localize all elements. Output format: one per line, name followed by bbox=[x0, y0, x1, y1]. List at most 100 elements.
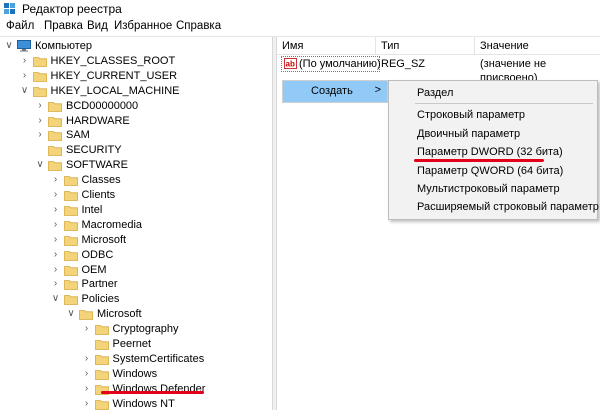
tree-item-label: SAM bbox=[66, 129, 90, 142]
expand-chevron-icon[interactable]: › bbox=[82, 323, 92, 335]
expand-chevron-icon[interactable]: › bbox=[51, 278, 61, 290]
folder-icon bbox=[63, 220, 78, 231]
column-header-value[interactable]: Значение bbox=[475, 37, 600, 55]
tree-item-label: BCD00000000 bbox=[66, 99, 139, 112]
expand-chevron-icon[interactable]: › bbox=[51, 264, 61, 276]
folder-icon bbox=[63, 294, 78, 306]
string-value-icon: ab bbox=[284, 58, 297, 69]
folder-icon bbox=[94, 339, 109, 350]
submenu-item-string-value[interactable]: Строковый параметр bbox=[417, 108, 525, 122]
window-title: Редактор реестра bbox=[22, 2, 122, 16]
expand-chevron-icon[interactable]: › bbox=[35, 129, 45, 141]
annotation-underline-windows-defender bbox=[101, 391, 204, 394]
folder-icon bbox=[63, 175, 78, 186]
collapse-chevron-icon[interactable]: ∨ bbox=[35, 159, 45, 171]
tree-item-label: SOFTWARE bbox=[66, 159, 128, 172]
submenu-item-key[interactable]: Раздел bbox=[417, 86, 453, 100]
column-header-type[interactable]: Тип bbox=[376, 37, 475, 55]
expand-chevron-icon[interactable]: › bbox=[82, 398, 92, 410]
menu-favorites[interactable]: Избранное bbox=[114, 20, 172, 32]
tree-item-label: Policies bbox=[81, 293, 120, 306]
tree-item-label: OEM bbox=[81, 263, 107, 276]
folder-icon bbox=[32, 56, 47, 67]
submenu-item-expandable-string-value[interactable]: Расширяемый строковый параметр bbox=[417, 200, 599, 214]
menu-help[interactable]: Справка bbox=[176, 20, 221, 32]
menu-view[interactable]: Вид bbox=[87, 20, 108, 32]
folder-icon bbox=[79, 309, 93, 321]
folder-icon bbox=[48, 160, 62, 172]
tree-item-label: ODBC bbox=[81, 248, 114, 261]
submenu-item-qword-value[interactable]: Параметр QWORD (64 бита) bbox=[417, 164, 563, 178]
menu-file[interactable]: Файл bbox=[6, 20, 34, 32]
folder-icon bbox=[48, 116, 62, 127]
menu-bar: Файл Правка Вид Избранное Справка bbox=[0, 18, 600, 37]
menu-edit[interactable]: Правка bbox=[44, 20, 83, 32]
menu-item-create-label: Создать bbox=[311, 85, 353, 97]
expand-chevron-icon[interactable]: › bbox=[82, 383, 92, 395]
expand-chevron-icon[interactable]: › bbox=[51, 174, 61, 186]
expand-chevron-icon[interactable]: › bbox=[20, 55, 30, 67]
tree-item-label: Intel bbox=[81, 203, 103, 216]
expand-chevron-icon[interactable]: › bbox=[51, 204, 61, 216]
expand-chevron-icon[interactable]: › bbox=[35, 100, 45, 112]
folder-icon bbox=[63, 279, 78, 291]
no-expander bbox=[82, 338, 92, 350]
no-expander bbox=[35, 144, 45, 156]
expand-chevron-icon[interactable]: › bbox=[35, 115, 45, 127]
tree-item-label: Classes bbox=[81, 174, 121, 187]
expand-chevron-icon[interactable]: › bbox=[82, 353, 92, 365]
tree-item-label: Microsoft bbox=[81, 233, 127, 246]
collapse-chevron-icon[interactable]: ∨ bbox=[4, 40, 14, 52]
menu-item-create[interactable]: Создать > bbox=[283, 81, 387, 102]
folder-icon bbox=[94, 369, 109, 380]
tree-item-label: SECURITY bbox=[66, 144, 122, 157]
tree-item-label: Microsoft bbox=[97, 308, 142, 321]
tree-item-label: Cryptography bbox=[112, 323, 179, 336]
expand-chevron-icon[interactable]: › bbox=[51, 249, 61, 261]
tree-item-label: HKEY_CURRENT_USER bbox=[50, 69, 178, 82]
expand-chevron-icon[interactable]: › bbox=[51, 219, 61, 231]
submenu-arrow-icon: > bbox=[374, 84, 381, 96]
tree-item-label: SystemCertificates bbox=[112, 352, 205, 365]
context-menu: Создать > bbox=[282, 80, 388, 103]
collapse-chevron-icon[interactable]: ∨ bbox=[66, 308, 76, 320]
value-type: REG_SZ bbox=[381, 58, 426, 70]
tree-item-label: Windows NT bbox=[112, 397, 175, 410]
annotation-underline-dword bbox=[414, 159, 544, 162]
svg-text:ab: ab bbox=[286, 60, 295, 69]
tree-item-label: HARDWARE bbox=[66, 114, 130, 127]
folder-icon bbox=[48, 101, 62, 112]
folder-icon bbox=[63, 250, 78, 261]
collapse-chevron-icon[interactable]: ∨ bbox=[51, 293, 61, 305]
value-row[interactable]: ab (По умолчанию) REG_SZ (значение не пр… bbox=[277, 56, 600, 84]
tree-item-label: Peernet bbox=[112, 338, 152, 350]
expand-chevron-icon[interactable]: › bbox=[82, 368, 92, 380]
folder-icon bbox=[63, 235, 78, 246]
submenu-item-multi-string-value[interactable]: Мультистроковый параметр bbox=[417, 182, 560, 196]
tree-item-label: HKEY_LOCAL_MACHINE bbox=[50, 84, 180, 97]
folder-icon bbox=[32, 86, 47, 97]
value-name: (По умолчанию) bbox=[299, 58, 381, 70]
folder-icon bbox=[48, 130, 62, 142]
folder-icon bbox=[63, 265, 78, 276]
column-header-name[interactable]: Имя bbox=[277, 37, 376, 55]
registry-tree: ∨ Компьютер › HKEY_CLASSES_ROOT › HKEY_CURREN… bbox=[0, 37, 272, 410]
submenu-item-dword-value[interactable]: Параметр DWORD (32 бита) bbox=[417, 145, 563, 159]
tree-item-label: Clients bbox=[81, 189, 116, 201]
tree-item-label: Компьютер bbox=[35, 40, 92, 52]
tree-item-label: Macromedia bbox=[81, 218, 143, 231]
computer-icon bbox=[17, 40, 31, 52]
create-submenu: Раздел Строковый параметр Двоичный парам… bbox=[388, 80, 599, 220]
regedit-app-icon bbox=[4, 3, 16, 15]
tree-item-label: Partner bbox=[81, 278, 118, 291]
expand-chevron-icon[interactable]: › bbox=[20, 70, 30, 82]
menu-separator bbox=[415, 103, 593, 104]
expand-chevron-icon[interactable]: › bbox=[51, 234, 61, 246]
folder-icon bbox=[94, 324, 109, 335]
folder-icon bbox=[48, 145, 62, 157]
submenu-item-binary-value[interactable]: Двоичный параметр bbox=[417, 127, 520, 141]
expand-chevron-icon[interactable]: › bbox=[51, 189, 61, 201]
collapse-chevron-icon[interactable]: ∨ bbox=[20, 85, 30, 97]
title-bar: Редактор реестра bbox=[0, 0, 600, 18]
tree-item-label: HKEY_CLASSES_ROOT bbox=[50, 54, 176, 67]
